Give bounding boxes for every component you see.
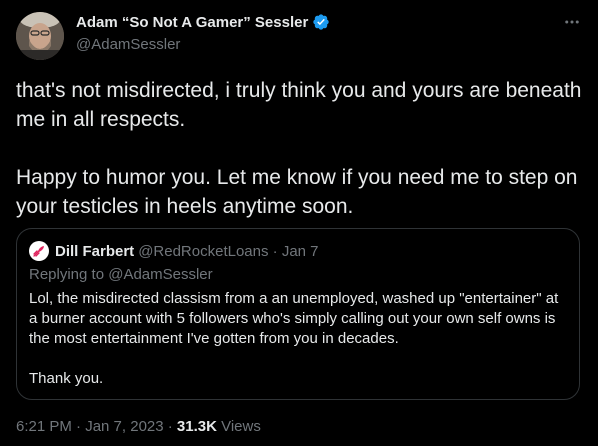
quoted-paragraph: Lol, the misdirected classism from a an … [29,290,559,347]
rocket-logo-icon [31,243,47,259]
quoted-handle-date[interactable]: @RedRocketLoans · Jan 7 [138,243,318,260]
author-avatar[interactable] [16,12,64,60]
tweet: Adam “So Not A Gamer” Sessler @AdamSessl… [0,0,598,446]
author-handle[interactable]: @AdamSessler [76,36,180,53]
avatar-photo-icon [16,12,64,60]
quoted-display-name[interactable]: Dill Farbert [55,243,134,260]
tweet-footer: 6:21 PM · Jan 7, 2023 · 31.3K Views [16,418,261,435]
views-count: 31.3K [176,418,217,435]
verified-badge-icon[interactable] [312,13,330,31]
quoted-replying-to: Replying to @AdamSessler [29,266,213,283]
quoted-tweet-text: Lol, the misdirected classism from a an … [29,289,569,389]
views-label: Views [216,418,261,435]
quoted-author-avatar[interactable] [29,241,49,261]
tweet-timestamp[interactable]: 6:21 PM · Jan 7, 2023 · [16,418,177,435]
tweet-paragraph: that's not misdirected, i truly think yo… [16,79,582,131]
more-options-button[interactable] [562,12,582,32]
tweet-text: that's not misdirected, i truly think yo… [16,76,582,221]
author-display-name[interactable]: Adam “So Not A Gamer” Sessler [76,14,308,31]
tweet-paragraph: Happy to humor you. Let me know if you n… [16,166,578,218]
quoted-tweet-card[interactable]: Dill Farbert @RedRocketLoans · Jan 7 Rep… [16,228,580,400]
quoted-paragraph: Thank you. [29,370,104,387]
quoted-tweet-header: Dill Farbert @RedRocketLoans · Jan 7 [29,241,319,261]
author-name-row: Adam “So Not A Gamer” Sessler [76,13,330,31]
more-horizontal-icon [565,20,579,24]
